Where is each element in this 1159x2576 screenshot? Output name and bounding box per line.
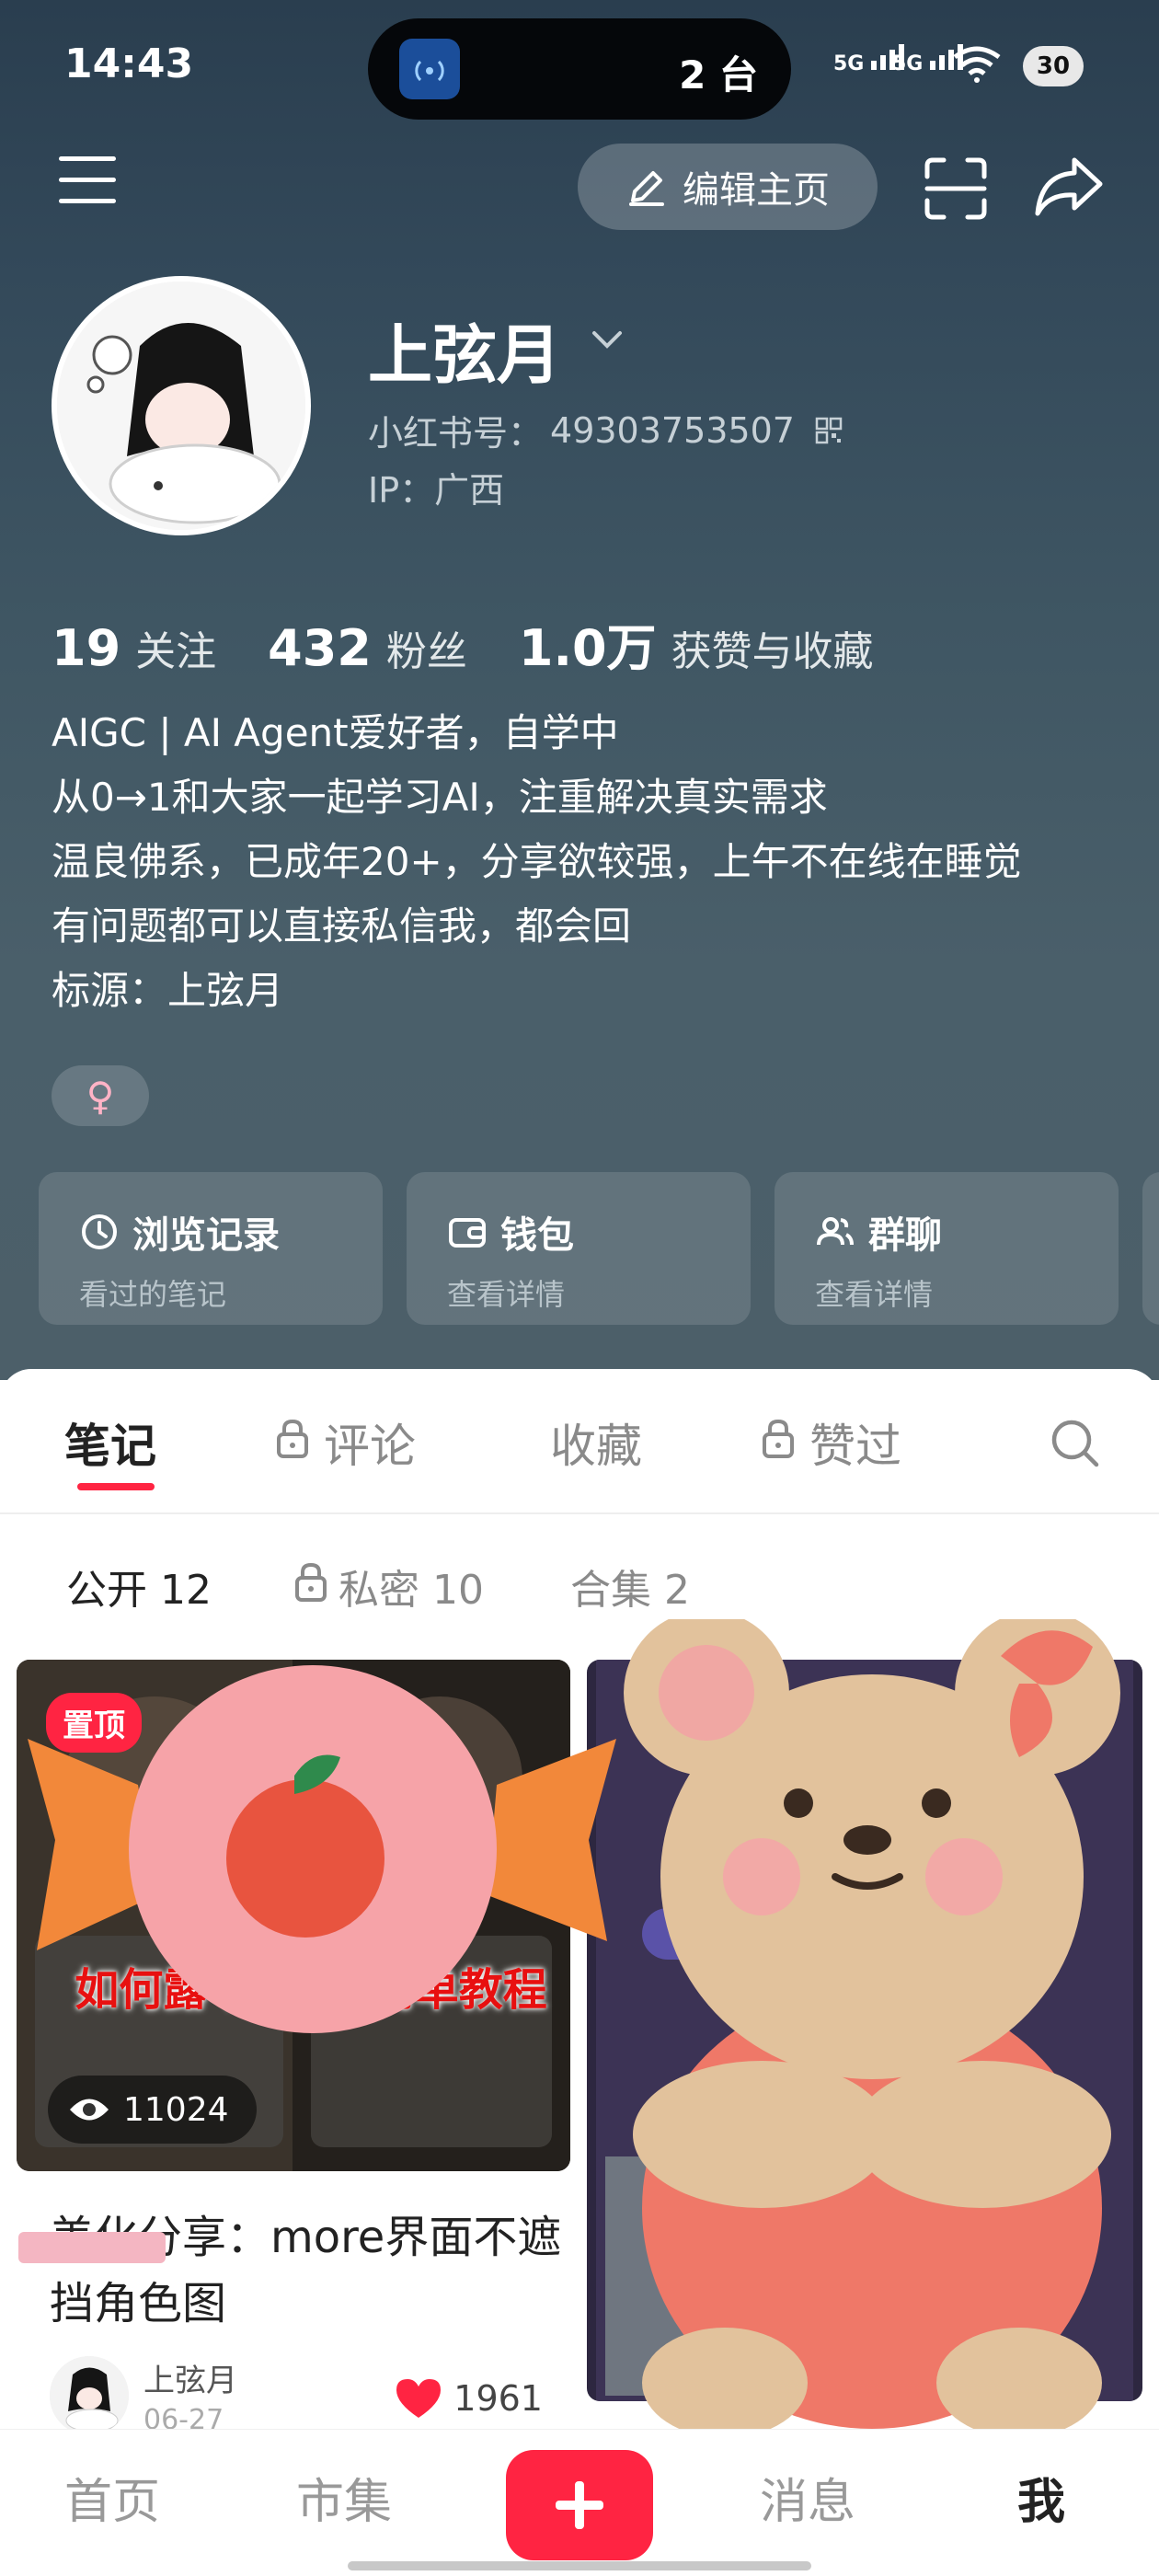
followers-label[interactable]: 粉丝 [386, 618, 467, 677]
gender-female-icon: ♀ [52, 1065, 149, 1126]
view-count-badge: 11024 [48, 2076, 257, 2144]
following-count[interactable]: 19 [52, 619, 120, 677]
group-chat-card[interactable]: 群聊 查看详情 [775, 1172, 1119, 1325]
like-count[interactable]: 1961 [395, 2377, 543, 2420]
chevron-down-icon[interactable] [589, 324, 625, 357]
wallet-icon [449, 1218, 486, 1248]
card-title-label: 钱包 [500, 1214, 574, 1257]
broadcast-icon [399, 39, 460, 99]
bio-line: 标源：上弦月 [52, 968, 284, 1013]
home-indicator [348, 2561, 811, 2570]
note-author[interactable]: 上弦月 06-27 [50, 2355, 237, 2436]
wifi-icon [953, 46, 1001, 83]
share-icon[interactable] [1034, 155, 1104, 219]
tab-notes[interactable]: 笔记 [64, 1409, 156, 1476]
note-title[interactable]: 美化分享：more界面不遮挡角色图 [50, 2204, 565, 2337]
profile-username: 上弦月 [368, 317, 561, 393]
nav-home[interactable]: 首页 [64, 2463, 160, 2532]
heart-icon [396, 2379, 442, 2418]
view-count: 11024 [123, 2090, 229, 2129]
card-title: 钱包 [447, 1205, 751, 1259]
nav-messages[interactable]: 消息 [760, 2463, 855, 2532]
tab-comments-label: 评论 [324, 1420, 416, 1473]
card-subtitle: 查看详情 [447, 1277, 566, 1312]
lock-icon [760, 1416, 797, 1469]
filter-public[interactable]: 公开 12 [66, 1557, 212, 1616]
filter-collections-label: 合集 2 [570, 1567, 690, 1614]
battery-indicator: 30 [1023, 46, 1084, 86]
lock-icon [274, 1416, 311, 1469]
dynamic-island[interactable]: 2 台 [368, 18, 791, 120]
top-nav: 编辑主页 [0, 138, 1159, 258]
filter-public-label: 公开 12 [66, 1567, 212, 1614]
author-avatar [50, 2356, 129, 2435]
card-title: 群聊 [815, 1205, 1119, 1259]
search-icon[interactable] [1049, 1417, 1100, 1468]
bottom-navigation: 首页 市集 消息 我 [0, 2429, 1159, 2576]
scan-icon[interactable] [924, 156, 988, 221]
status-bar: 14:43 2 台 5G 5G 30 [0, 0, 1159, 138]
bio-line: AIGC | AI Agent爱好者，自学中 [52, 710, 619, 755]
edit-profile-button[interactable]: 编辑主页 [578, 144, 878, 230]
qr-code-icon[interactable] [815, 417, 843, 444]
signal-label-2: 5G [892, 52, 924, 75]
tab-comments[interactable]: 评论 [274, 1409, 416, 1476]
plus-icon [556, 2481, 603, 2529]
heart-pattern-sticker [18, 2232, 166, 2263]
following-label[interactable]: 关注 [135, 618, 216, 677]
tab-collections[interactable]: 收藏 [550, 1409, 642, 1476]
bear-sticker [624, 1619, 1120, 2438]
tab-collections-label: 收藏 [550, 1420, 642, 1473]
group-icon [817, 1217, 854, 1246]
tab-liked[interactable]: 赞过 [760, 1409, 901, 1476]
followers-count[interactable]: 432 [268, 619, 372, 677]
nav-market[interactable]: 市集 [296, 2463, 392, 2532]
avatar[interactable] [52, 276, 311, 535]
edit-profile-label: 编辑主页 [683, 169, 830, 212]
ip-location: IP：广西 [368, 470, 505, 511]
wallet-card[interactable]: 钱包 查看详情 [407, 1172, 751, 1325]
filter-private-label: 私密 10 [339, 1567, 484, 1614]
create-post-button[interactable] [506, 2450, 653, 2560]
card-title: 浏览记录 [79, 1205, 383, 1259]
author-name: 上弦月 [143, 2363, 237, 2399]
card-subtitle: 看过的笔记 [79, 1277, 227, 1312]
candy-sticker [28, 1665, 616, 2033]
lock-icon [293, 1561, 329, 1612]
profile-tabs: 笔记 评论 收藏 赞过 [0, 1369, 1159, 1514]
menu-icon[interactable] [59, 156, 116, 208]
more-card-peek[interactable] [1142, 1172, 1159, 1325]
profile-id-row: 小红书号： 49303753507 [368, 405, 843, 455]
eye-icon [70, 2099, 109, 2121]
card-title-label: 群聊 [868, 1214, 942, 1257]
tab-liked-label: 赞过 [809, 1420, 901, 1473]
filter-private[interactable]: 私密 10 [293, 1557, 484, 1616]
pencil-icon [629, 171, 664, 206]
bio-line: 从0→1和大家一起学习AI，注重解决真实需求 [52, 775, 828, 820]
quick-access-cards: 浏览记录 看过的笔记 钱包 查看详情 群聊 查看详情 [39, 1172, 1159, 1325]
bio-line: 有问题都可以直接私信我，都会回 [52, 903, 632, 949]
signal-label-1: 5G [833, 52, 865, 75]
profile-stats: 19 关注 432 粉丝 1.0万 获赞与收藏 [52, 607, 925, 680]
browsing-history-card[interactable]: 浏览记录 看过的笔记 [39, 1172, 383, 1325]
likes-collects-label[interactable]: 获赞与收藏 [671, 618, 874, 677]
profile-id-value: 49303753507 [550, 409, 795, 451]
active-tab-indicator [77, 1483, 155, 1490]
status-time: 14:43 [64, 40, 194, 87]
profile-id-label: 小红书号： [368, 413, 544, 454]
like-count-value: 1961 [453, 2378, 543, 2419]
profile-bio: AIGC | AI Agent爱好者，自学中 从0→1和大家一起学习AI，注重解… [52, 701, 1022, 1023]
filter-collections[interactable]: 合集 2 [570, 1557, 690, 1616]
bio-line: 温良佛系，已成年20+，分享欲较强，上午不在线在睡觉 [52, 839, 1022, 884]
nav-me[interactable]: 我 [1017, 2463, 1065, 2532]
card-subtitle: 查看详情 [815, 1277, 934, 1312]
likes-collects-count[interactable]: 1.0万 [519, 607, 657, 680]
card-title-label: 浏览记录 [132, 1214, 280, 1257]
island-device-count: 2 台 [679, 52, 758, 98]
tab-notes-label: 笔记 [64, 1420, 156, 1473]
clock-icon [82, 1214, 117, 1249]
